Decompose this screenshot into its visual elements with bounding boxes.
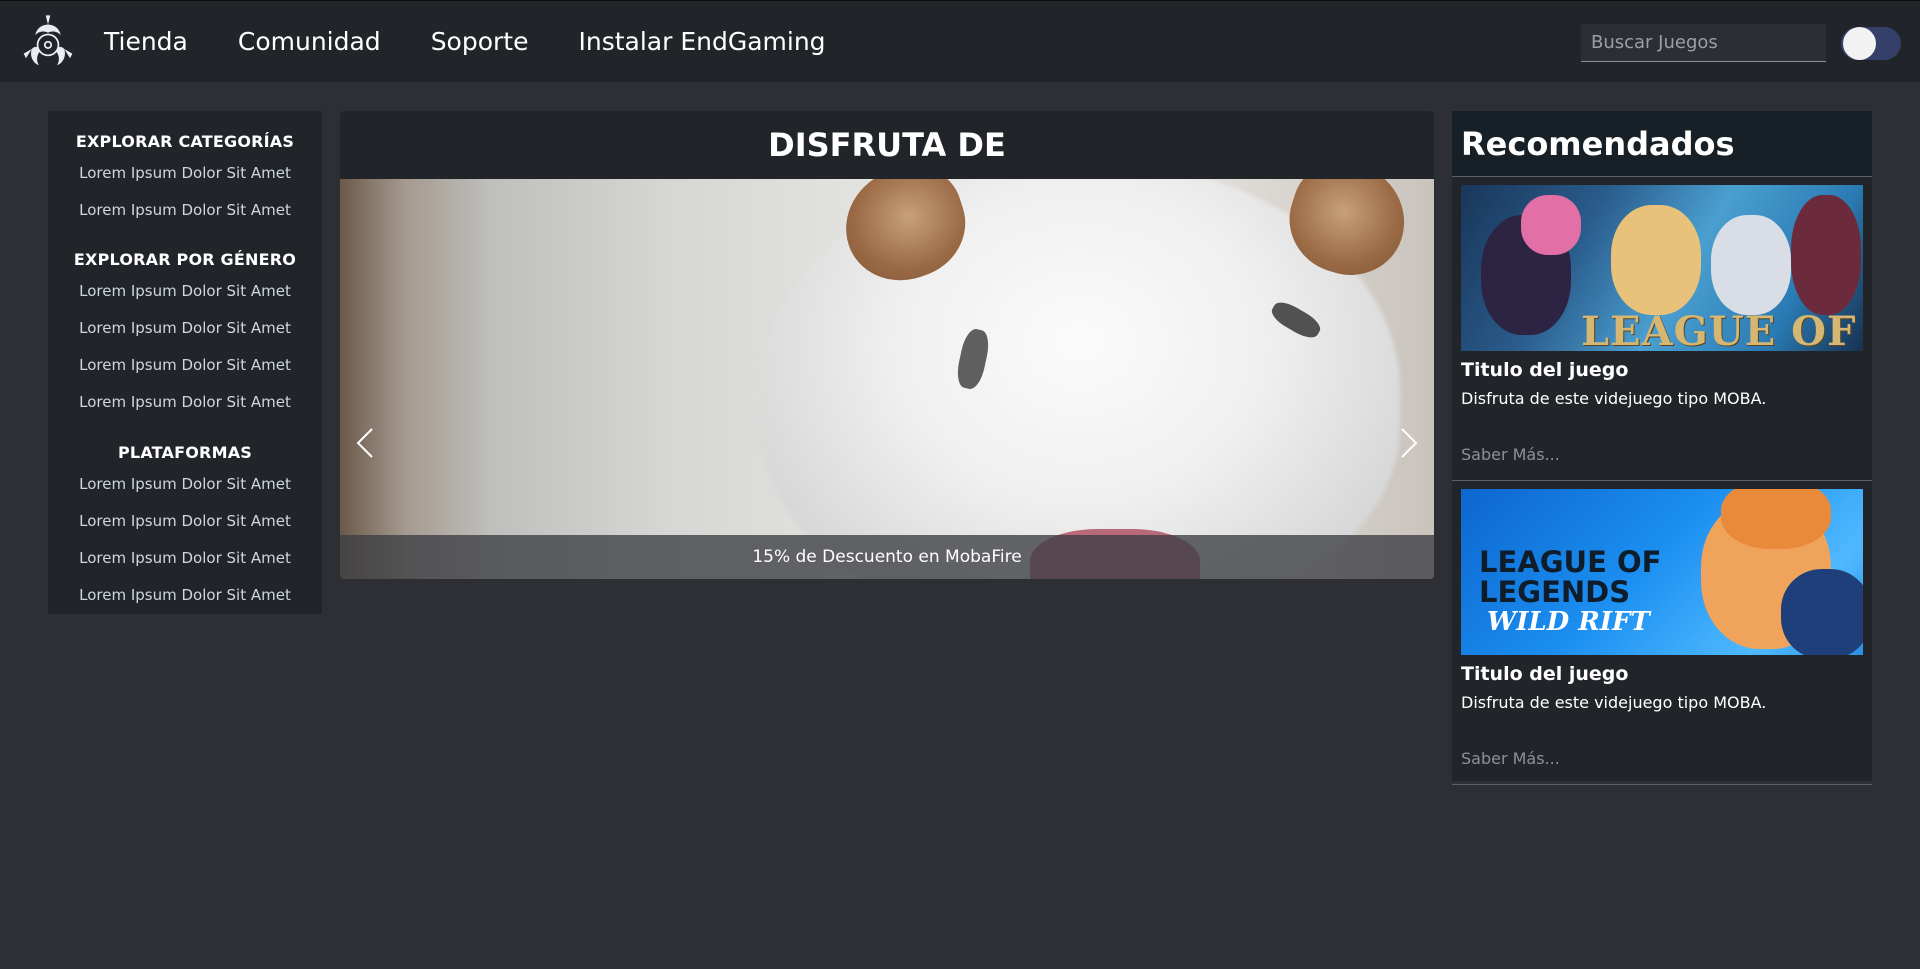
game-thumbnail[interactable]: LEAGUE OF (1461, 185, 1863, 351)
thumb-logo-line: LEAGUE OF (1479, 545, 1662, 579)
recommended-card: LEAGUE OF Titulo del juego Disfruta de e… (1452, 177, 1872, 481)
top-navbar: Tienda Comunidad Soporte Instalar EndGam… (0, 0, 1920, 82)
game-thumbnail[interactable]: LEAGUE OF LEGENDS WILD RIFT (1461, 489, 1863, 655)
learn-more-link[interactable]: Saber Más... (1461, 749, 1560, 768)
thumb-logo-text: LEAGUE OF LEGENDS (1479, 547, 1661, 607)
heading-plataformas: PLATAFORMAS (118, 443, 252, 462)
nav-link-tienda[interactable]: Tienda (104, 27, 188, 56)
nav-links: Tienda Comunidad Soporte Instalar EndGam… (104, 27, 876, 56)
thumb-character (1781, 569, 1863, 655)
thumb-character (1611, 205, 1701, 315)
game-description: Disfruta de este videjuego tipo MOBA. (1461, 389, 1767, 408)
thumb-character (1791, 195, 1861, 315)
toggle-knob (1843, 27, 1876, 60)
recommended-panel: Recomendados LEAGUE OF Titulo del juego … (1452, 111, 1872, 785)
platform-link[interactable]: Lorem Ipsum Dolor Sit Amet (48, 586, 322, 604)
recommended-card: LEAGUE OF LEGENDS WILD RIFT Titulo del j… (1452, 481, 1872, 785)
platform-link[interactable]: Lorem Ipsum Dolor Sit Amet (48, 512, 322, 530)
search-input[interactable] (1581, 24, 1826, 62)
genre-link[interactable]: Lorem Ipsum Dolor Sit Amet (48, 356, 322, 374)
genre-link[interactable]: Lorem Ipsum Dolor Sit Amet (48, 319, 322, 337)
nav-link-soporte[interactable]: Soporte (431, 27, 529, 56)
heading-explorar-genero: EXPLORAR POR GÉNERO (73, 250, 297, 269)
genre-link[interactable]: Lorem Ipsum Dolor Sit Amet (48, 282, 322, 300)
biohazard-logo-icon[interactable] (19, 13, 77, 71)
category-sidebar: EXPLORAR CATEGORÍAS Lorem Ipsum Dolor Si… (48, 111, 322, 614)
category-link[interactable]: Lorem Ipsum Dolor Sit Amet (48, 164, 322, 182)
carousel-slide-image[interactable]: 15% de Descuento en MobaFire (340, 179, 1434, 579)
recommended-title: Recomendados (1452, 111, 1872, 177)
genre-link[interactable]: Lorem Ipsum Dolor Sit Amet (48, 393, 322, 411)
chevron-right-icon[interactable] (1394, 423, 1424, 463)
game-title: Titulo del juego (1461, 663, 1629, 685)
thumb-character (1521, 195, 1581, 255)
platform-link[interactable]: Lorem Ipsum Dolor Sit Amet (48, 475, 322, 493)
nav-link-comunidad[interactable]: Comunidad (238, 27, 381, 56)
carousel-title: DISFRUTA DE (768, 126, 1006, 164)
thumb-logo-line: LEGENDS (1479, 575, 1631, 609)
theme-toggle[interactable] (1841, 27, 1901, 60)
heading-explorar-categorias: EXPLORAR CATEGORÍAS (75, 132, 295, 151)
thumb-character (1711, 215, 1791, 315)
carousel-caption: 15% de Descuento en MobaFire (340, 535, 1434, 579)
category-link[interactable]: Lorem Ipsum Dolor Sit Amet (48, 201, 322, 219)
platform-link[interactable]: Lorem Ipsum Dolor Sit Amet (48, 549, 322, 567)
thumb-logo-subtitle: WILD RIFT (1487, 607, 1650, 637)
featured-carousel: DISFRUTA DE 15% de Descuento en MobaFire (340, 111, 1434, 579)
chevron-left-icon[interactable] (350, 423, 380, 463)
game-title: Titulo del juego (1461, 359, 1629, 381)
game-description: Disfruta de este videjuego tipo MOBA. (1461, 693, 1767, 712)
thumb-logo-text: LEAGUE OF (1581, 308, 1857, 351)
learn-more-link[interactable]: Saber Más... (1461, 445, 1560, 464)
thumb-character (1721, 489, 1831, 549)
nav-link-instalar[interactable]: Instalar EndGaming (578, 27, 825, 56)
